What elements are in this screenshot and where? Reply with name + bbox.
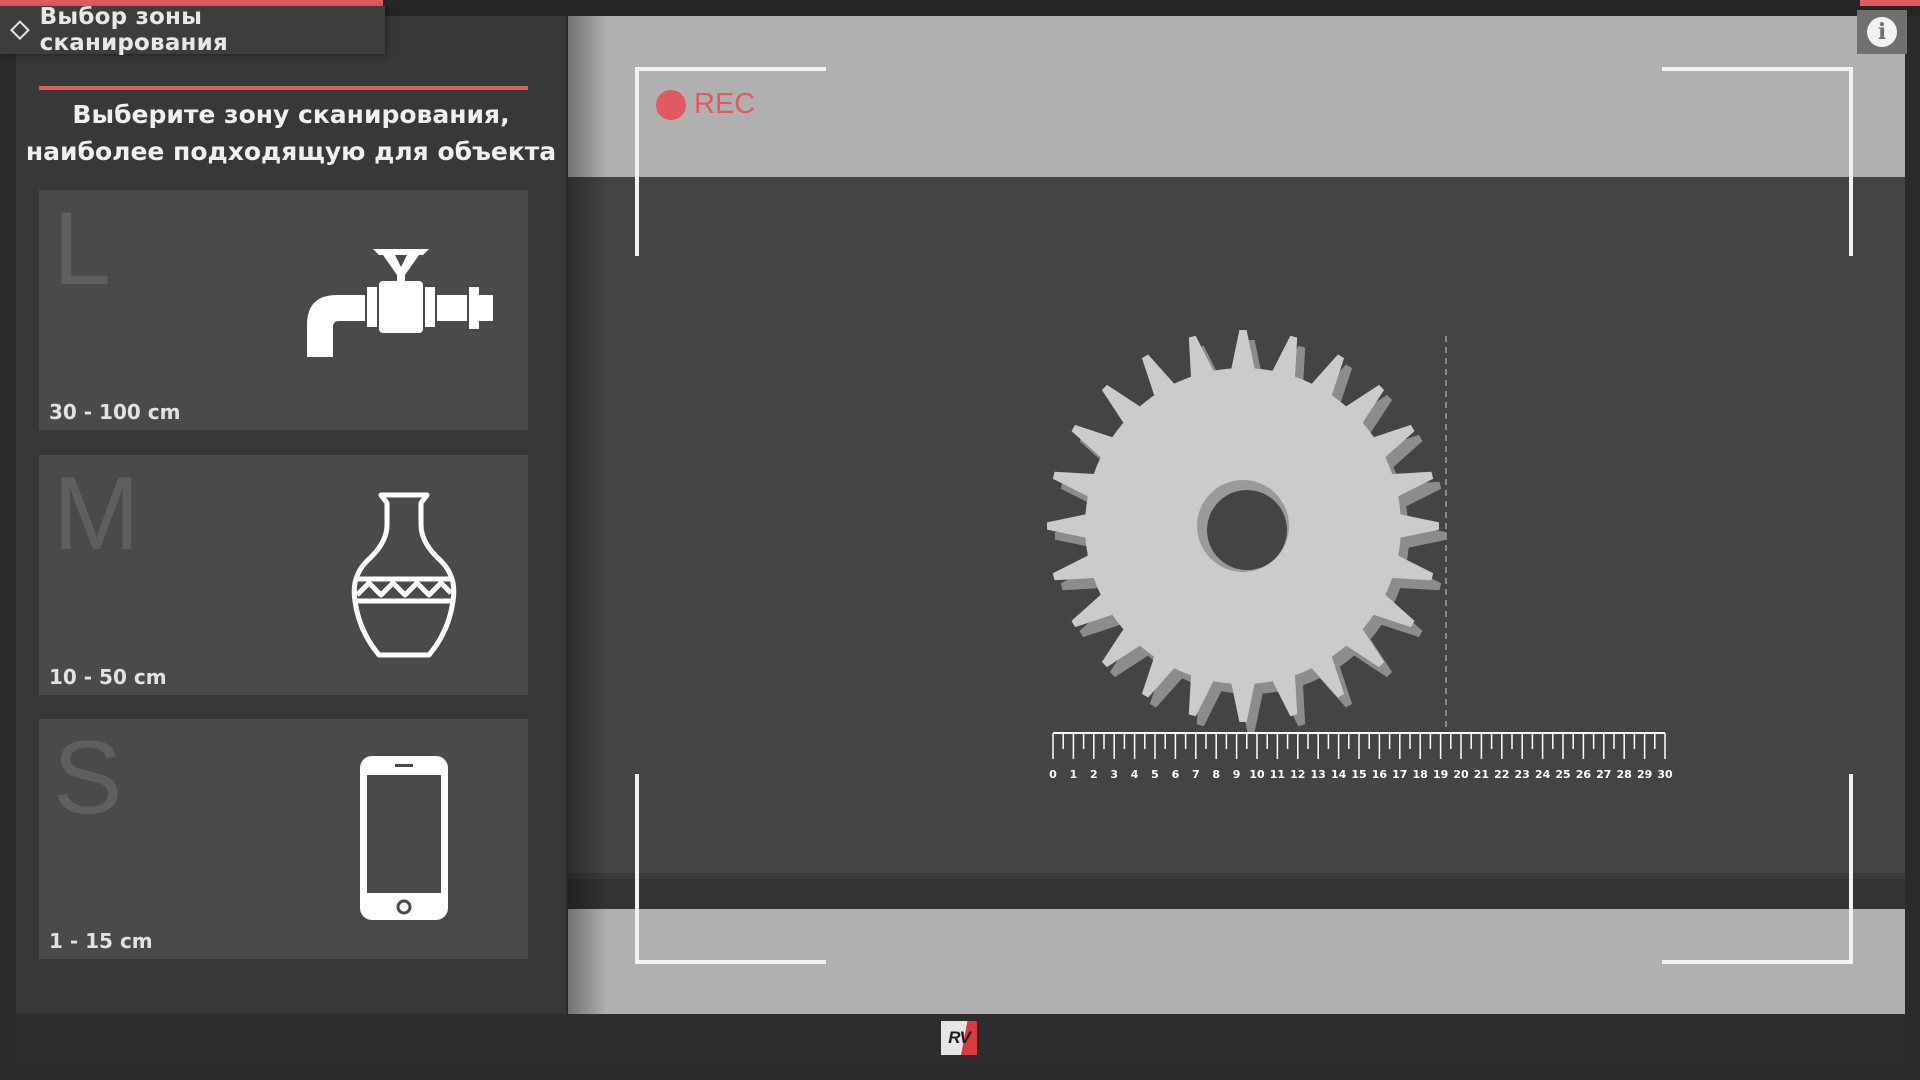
gear-hole: [1207, 490, 1287, 570]
rec-indicator: REC: [656, 88, 755, 121]
ruler-label: 20: [1453, 768, 1469, 781]
ruler-label: 10: [1249, 768, 1265, 781]
ruler-label: 13: [1311, 768, 1326, 781]
ruler-label: 8: [1212, 768, 1220, 781]
ruler-label: 7: [1192, 768, 1200, 781]
ruler-label: 25: [1555, 768, 1570, 781]
info-icon: i: [1867, 17, 1897, 47]
ruler-label: 19: [1433, 768, 1448, 781]
info-button[interactable]: i: [1857, 10, 1907, 54]
ruler-label: 1: [1070, 768, 1078, 781]
ruler-label: 12: [1290, 768, 1305, 781]
title-tab: Выбор зоны сканирования: [0, 4, 385, 56]
ruler-label: 4: [1131, 768, 1139, 781]
viewport-overlay: 0 1 2 3 4 5 6 7 8 9 10 11 12 13 14 15 16 17 18 19 20 21 22 23 24…: [635, 67, 1853, 964]
page-title: Выбор зоны сканирования: [39, 4, 228, 56]
ruler-label: 24: [1535, 768, 1551, 781]
ruler-label: 29: [1637, 768, 1652, 781]
app-logo: RV: [941, 1021, 977, 1055]
ruler-label: 6: [1172, 768, 1180, 781]
ruler-label: 21: [1474, 768, 1489, 781]
record-dot-icon: [656, 89, 686, 120]
ruler-label: 14: [1331, 768, 1347, 781]
ruler-label: 23: [1515, 768, 1530, 781]
ruler-label: 18: [1413, 768, 1428, 781]
ruler-label: 28: [1617, 768, 1632, 781]
ruler-label: 17: [1392, 768, 1407, 781]
ruler-label: 27: [1596, 768, 1611, 781]
ruler-label: 0: [1049, 768, 1057, 781]
diamond-icon: [10, 20, 30, 40]
logo-text: RV: [948, 1028, 971, 1047]
ruler-label: 5: [1151, 768, 1159, 781]
ruler-label: 30: [1657, 768, 1673, 781]
ruler-label: 9: [1233, 768, 1241, 781]
ruler-label: 3: [1110, 768, 1118, 781]
ruler-label: 26: [1576, 768, 1592, 781]
ruler-label: 22: [1494, 768, 1509, 781]
gear-icon: [1047, 330, 1447, 732]
ruler: 0 1 2 3 4 5 6 7 8 9 10 11 12 13 14 15 16 17 18 19 20 21 22 23 24…: [1049, 732, 1673, 781]
ruler-label: 15: [1351, 768, 1366, 781]
rec-label: REC: [694, 88, 756, 120]
ruler-label: 11: [1270, 768, 1285, 781]
ruler-label: 16: [1372, 768, 1388, 781]
ruler-label: 2: [1090, 768, 1098, 781]
